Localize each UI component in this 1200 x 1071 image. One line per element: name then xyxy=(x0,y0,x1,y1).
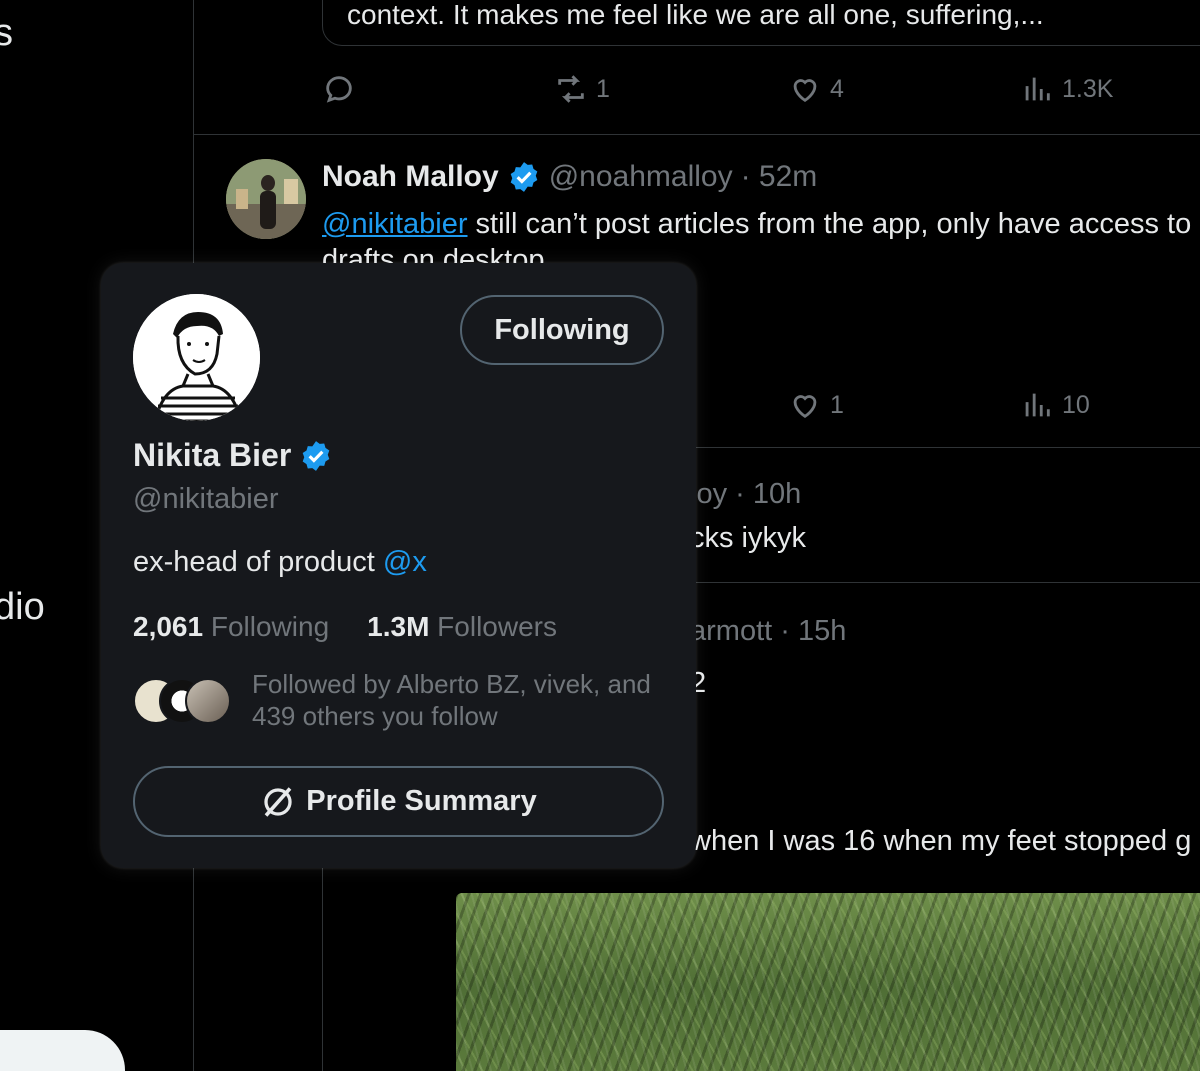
like-button[interactable]: 4 xyxy=(788,72,844,106)
page: s dio context. It makes me feel like we … xyxy=(0,0,1200,1071)
retweet-count: 1 xyxy=(596,74,610,103)
avatar[interactable] xyxy=(226,159,306,239)
profile-hover-card: Following Nikita Bier @nikitabier ex-hea… xyxy=(101,263,696,868)
quoted-tweet-card[interactable]: context. It makes me feel like we are al… xyxy=(322,0,1200,46)
profile-name-row: Nikita Bier xyxy=(133,437,333,474)
like-count: 4 xyxy=(830,74,844,103)
like-button[interactable]: 1 xyxy=(788,388,844,422)
following-button[interactable]: Following xyxy=(460,295,664,365)
retweet-icon xyxy=(558,75,584,103)
mutual-followers-avatars[interactable] xyxy=(133,678,233,728)
tweet-text: when I was 16 when my feet stopped g xyxy=(690,825,1192,857)
tweet-header: Noah Malloy @noahmalloy · 52m xyxy=(322,160,817,194)
followers-stat[interactable]: 1.3M Followers xyxy=(367,611,557,643)
views-icon xyxy=(1025,77,1050,101)
sidebar-post-button[interactable] xyxy=(0,1030,125,1071)
author-name[interactable]: Noah Malloy xyxy=(322,160,499,194)
profile-handle[interactable]: @nikitabier xyxy=(133,483,279,516)
following-label: Following xyxy=(210,611,330,642)
bio-text: ex-head of product xyxy=(133,546,383,578)
like-icon xyxy=(793,79,817,103)
followers-count: 1.3M xyxy=(367,611,430,642)
tweet-text: cks iykyk xyxy=(690,522,806,554)
sidebar-nav-fragment-studio[interactable]: dio xyxy=(0,586,45,629)
profile-stats: 2,061 Following 1.3M Followers xyxy=(133,611,557,643)
tweet-divider xyxy=(194,134,1200,135)
profile-bio: ex-head of product @x xyxy=(133,546,427,579)
profile-summary-button[interactable]: Profile Summary xyxy=(133,766,664,837)
reply-icon xyxy=(326,76,352,103)
verified-badge-icon xyxy=(302,440,330,471)
reply-button[interactable] xyxy=(322,72,356,106)
tweet-media-image[interactable] xyxy=(456,893,1200,1071)
bio-mention-link[interactable]: @x xyxy=(383,546,427,578)
profile-summary-label: Profile Summary xyxy=(306,785,537,817)
views-icon xyxy=(1025,393,1050,417)
profile-name[interactable]: Nikita Bier xyxy=(133,437,291,474)
mention-link[interactable]: @nikitabier xyxy=(322,208,468,240)
following-count: 2,061 xyxy=(133,611,204,642)
views-button[interactable]: 10 xyxy=(1020,388,1090,422)
grok-icon xyxy=(264,786,292,817)
views-count: 10 xyxy=(1062,390,1090,419)
tweet-meta[interactable]: loy · 10h xyxy=(690,478,801,511)
retweet-button[interactable]: 1 xyxy=(554,72,610,106)
followed-by-text[interactable]: Followed by Alberto BZ, vivek, and 439 o… xyxy=(252,668,672,732)
verified-badge-icon xyxy=(510,162,538,192)
tweet-meta[interactable]: armott · 15h xyxy=(690,615,846,648)
followers-label: Followers xyxy=(437,611,557,642)
like-icon xyxy=(793,395,817,419)
author-handle[interactable]: @noahmalloy xyxy=(549,160,733,194)
tweet-text-content: still can’t post articles from the app, … xyxy=(467,208,1192,240)
views-button[interactable]: 1.3K xyxy=(1020,72,1113,106)
like-count: 1 xyxy=(830,390,844,419)
thread-line xyxy=(322,860,323,1071)
following-stat[interactable]: 2,061 Following xyxy=(133,611,329,643)
tweet-text: @nikitabier still can’t post articles fr… xyxy=(322,204,1200,244)
avatar xyxy=(185,678,231,724)
tweet-timestamp[interactable]: · 52m xyxy=(741,160,818,194)
views-count: 1.3K xyxy=(1062,74,1114,103)
sidebar-nav-fragment[interactable]: s xyxy=(0,12,13,55)
quoted-tweet-text: context. It makes me feel like we are al… xyxy=(347,0,1044,30)
avatar[interactable] xyxy=(133,294,260,421)
